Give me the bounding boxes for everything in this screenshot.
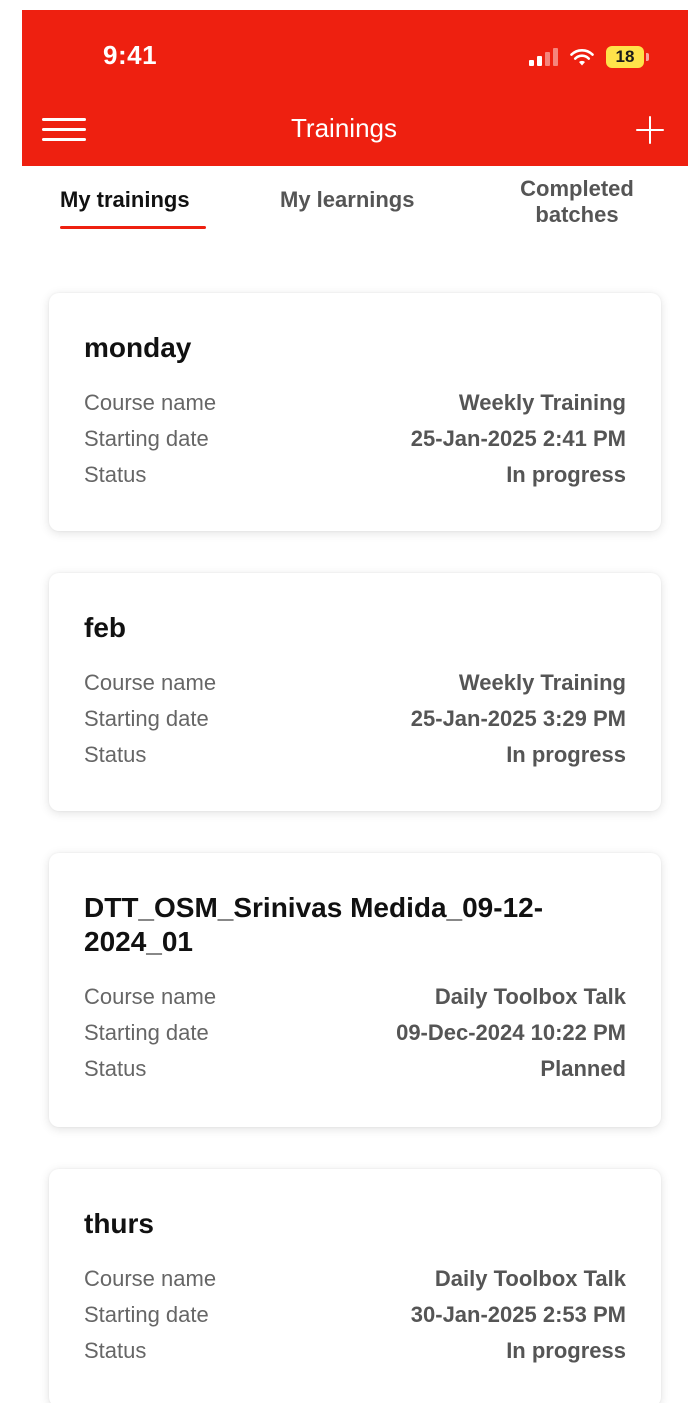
status-value: In progress — [506, 1338, 626, 1363]
course-label: Course name — [84, 390, 217, 415]
status-row: Status In progress — [84, 737, 626, 773]
status-label: Status — [84, 1338, 147, 1363]
start-label: Starting date — [84, 426, 209, 451]
start-row: Starting date 30-Jan-2025 2:53 PM — [84, 1297, 626, 1333]
training-card[interactable]: feb Course name Weekly Training Starting… — [49, 573, 661, 811]
wifi-icon — [570, 49, 594, 66]
course-row: Course name Daily Toolbox Talk — [84, 979, 626, 1015]
start-label: Starting date — [84, 1020, 209, 1045]
start-value: 25-Jan-2025 3:29 PM — [410, 706, 626, 731]
course-value: Weekly Training — [458, 390, 626, 415]
status-label: Status — [84, 1056, 147, 1081]
status-value: Planned — [540, 1056, 626, 1081]
training-card[interactable]: monday Course name Weekly Training Start… — [49, 293, 661, 531]
battery-icon: 18 — [606, 46, 649, 68]
course-label: Course name — [84, 984, 217, 1009]
training-title: feb — [84, 612, 126, 643]
course-row: Course name Weekly Training — [84, 665, 626, 701]
trainings-screen: 9:41 18 Trainings My trainings My learni… — [0, 0, 688, 1403]
status-value: In progress — [506, 742, 626, 767]
plus-icon[interactable] — [636, 116, 664, 144]
start-row: Starting date 09-Dec-2024 10:22 PM — [84, 1015, 626, 1051]
status-label: Status — [84, 742, 147, 767]
status-label: Status — [84, 462, 147, 487]
page-title: Trainings — [291, 113, 397, 143]
training-title: DTT_OSM_Srinivas Medida_09-12-2024_01 — [84, 892, 544, 957]
start-value: 25-Jan-2025 2:41 PM — [410, 426, 626, 451]
status-time: 9:41 — [103, 40, 158, 70]
start-row: Starting date 25-Jan-2025 3:29 PM — [84, 701, 626, 737]
status-row: Status Planned — [84, 1051, 626, 1087]
start-value: 30-Jan-2025 2:53 PM — [410, 1302, 626, 1327]
course-value: Daily Toolbox Talk — [434, 1266, 626, 1291]
battery-level: 18 — [615, 47, 635, 66]
course-row: Course name Weekly Training — [84, 385, 626, 421]
course-label: Course name — [84, 670, 217, 695]
training-title: thurs — [84, 1208, 154, 1239]
course-value: Weekly Training — [458, 670, 626, 695]
tab-my-learnings[interactable]: My learnings — [280, 187, 414, 213]
tab-my-trainings[interactable]: My trainings — [60, 187, 190, 213]
course-label: Course name — [84, 1266, 217, 1291]
status-value: In progress — [506, 462, 626, 487]
status-icons: 18 — [529, 40, 649, 74]
tab-completed-batches[interactable]: Completed batches — [508, 176, 646, 228]
start-label: Starting date — [84, 1302, 209, 1327]
training-title: monday — [84, 332, 192, 363]
status-row: Status In progress — [84, 457, 626, 493]
start-label: Starting date — [84, 706, 209, 731]
cellular-signal-icon — [529, 48, 558, 66]
status-row: Status In progress — [84, 1333, 626, 1369]
training-card[interactable]: DTT_OSM_Srinivas Medida_09-12-2024_01 Co… — [49, 853, 661, 1127]
start-value: 09-Dec-2024 10:22 PM — [396, 1020, 626, 1045]
course-row: Course name Daily Toolbox Talk — [84, 1261, 626, 1297]
active-tab-indicator — [60, 226, 206, 229]
start-row: Starting date 25-Jan-2025 2:41 PM — [84, 421, 626, 457]
course-value: Daily Toolbox Talk — [434, 984, 626, 1009]
training-card[interactable]: thurs Course name Daily Toolbox Talk Sta… — [49, 1169, 661, 1403]
